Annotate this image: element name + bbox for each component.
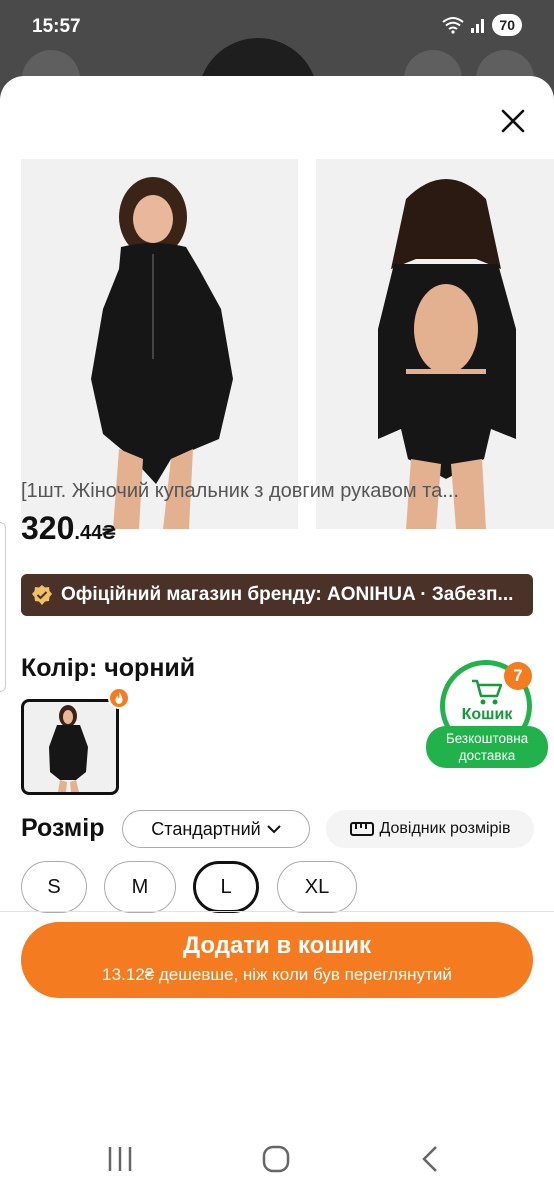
size-option-m[interactable]: M xyxy=(104,861,176,913)
cart-widget[interactable]: Кошик 7 Безкоштовна доставка xyxy=(426,658,548,770)
size-option-l[interactable]: L xyxy=(193,861,259,913)
fire-icon xyxy=(108,687,130,709)
home-icon[interactable] xyxy=(261,1144,291,1174)
divider xyxy=(0,911,554,912)
color-label: Колір: чорний xyxy=(21,654,196,682)
add-to-cart-button[interactable]: Додати в кошик 13.12₴ дешевше, ніж коли … xyxy=(21,922,533,998)
add-to-cart-sheet xyxy=(0,76,554,1200)
product-photo-back[interactable] xyxy=(316,159,554,529)
status-time: 15:57 xyxy=(32,16,81,37)
verified-badge-icon xyxy=(32,585,52,605)
ruler-icon xyxy=(349,822,374,836)
size-standard-label: Стандартний xyxy=(151,818,261,839)
cart-label: Кошик xyxy=(461,706,513,723)
status-icons: 70 xyxy=(442,14,522,36)
color-swatch-black[interactable] xyxy=(21,699,119,795)
price-main: 320 xyxy=(21,510,75,546)
price-fraction: .44₴ xyxy=(74,522,116,544)
store-banner-text: Офіційний магазин бренду: AONIHUA · Забе… xyxy=(61,584,514,605)
cart-count-badge: 7 xyxy=(504,662,532,690)
wifi-icon xyxy=(442,17,465,34)
cart-icon xyxy=(472,679,503,705)
free-shipping-badge: Безкоштовна доставка xyxy=(426,726,548,768)
product-price: 320.44₴ xyxy=(21,510,116,547)
size-option-s[interactable]: S xyxy=(21,861,87,913)
battery-indicator: 70 xyxy=(492,14,522,36)
close-icon[interactable] xyxy=(498,106,528,136)
recent-apps-icon[interactable] xyxy=(106,1144,134,1174)
back-icon[interactable] xyxy=(418,1144,442,1174)
product-gallery[interactable] xyxy=(21,159,554,529)
product-photo-front[interactable] xyxy=(21,159,298,529)
size-label: Розмір xyxy=(21,814,105,842)
product-title: [1шт. Жіночий купальник з довгим рукавом… xyxy=(21,480,459,502)
side-drawer-handle[interactable] xyxy=(0,522,6,692)
system-nav-bar xyxy=(0,1128,554,1200)
price-drop-note: 13.12₴ дешевше, ніж коли був переглянути… xyxy=(102,965,452,984)
add-to-cart-label: Додати в кошик xyxy=(182,932,372,959)
size-option-xl[interactable]: XL xyxy=(277,861,357,913)
official-store-banner[interactable]: Офіційний магазин бренду: AONIHUA · Забе… xyxy=(21,574,533,616)
size-guide-label: Довідник розмірів xyxy=(379,820,511,837)
size-guide-button[interactable]: Довідник розмірів xyxy=(326,810,534,848)
chevron-down-icon xyxy=(266,825,281,834)
signal-icon xyxy=(471,19,485,33)
size-standard-dropdown[interactable]: Стандартний xyxy=(122,810,310,848)
